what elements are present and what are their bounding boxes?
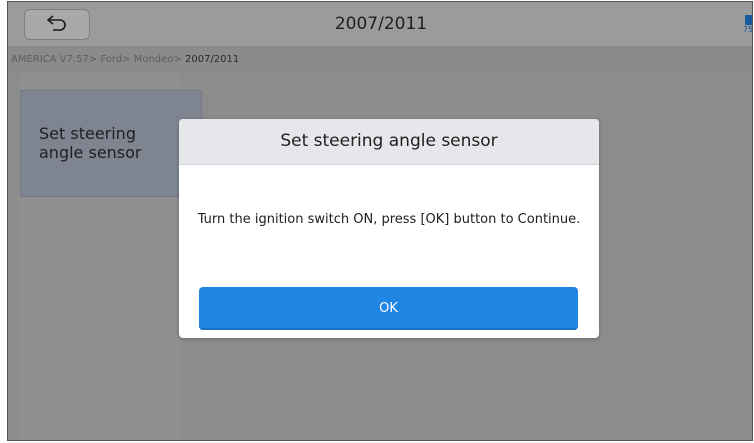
battery-icon <box>745 15 752 25</box>
dialog-message: Turn the ignition switch ON, press [OK] … <box>197 212 581 227</box>
battery-indicator: 75 <box>742 15 753 35</box>
menu-item-label: Set steering angle sensor <box>39 124 142 162</box>
dialog-title: Set steering angle sensor <box>179 119 599 165</box>
menu-item-steering-angle-sensor[interactable]: Set steering angle sensor <box>20 90 202 197</box>
app-window: 2007/2011 75 AMERICA V7.57> Ford> Mondeo… <box>7 1 753 441</box>
battery-level: 75 <box>743 25 753 34</box>
page-title: 2007/2011 <box>334 14 428 34</box>
breadcrumb: AMERICA V7.57> Ford> Mondeo> 2007/2011 <box>8 47 752 73</box>
title-bar: 2007/2011 75 <box>8 2 753 47</box>
confirm-dialog: Set steering angle sensor Turn the ignit… <box>179 119 599 338</box>
breadcrumb-current: 2007/2011 <box>184 54 240 65</box>
breadcrumb-path: AMERICA V7.57> Ford> Mondeo> <box>11 54 185 65</box>
ok-button[interactable]: OK <box>199 287 578 330</box>
